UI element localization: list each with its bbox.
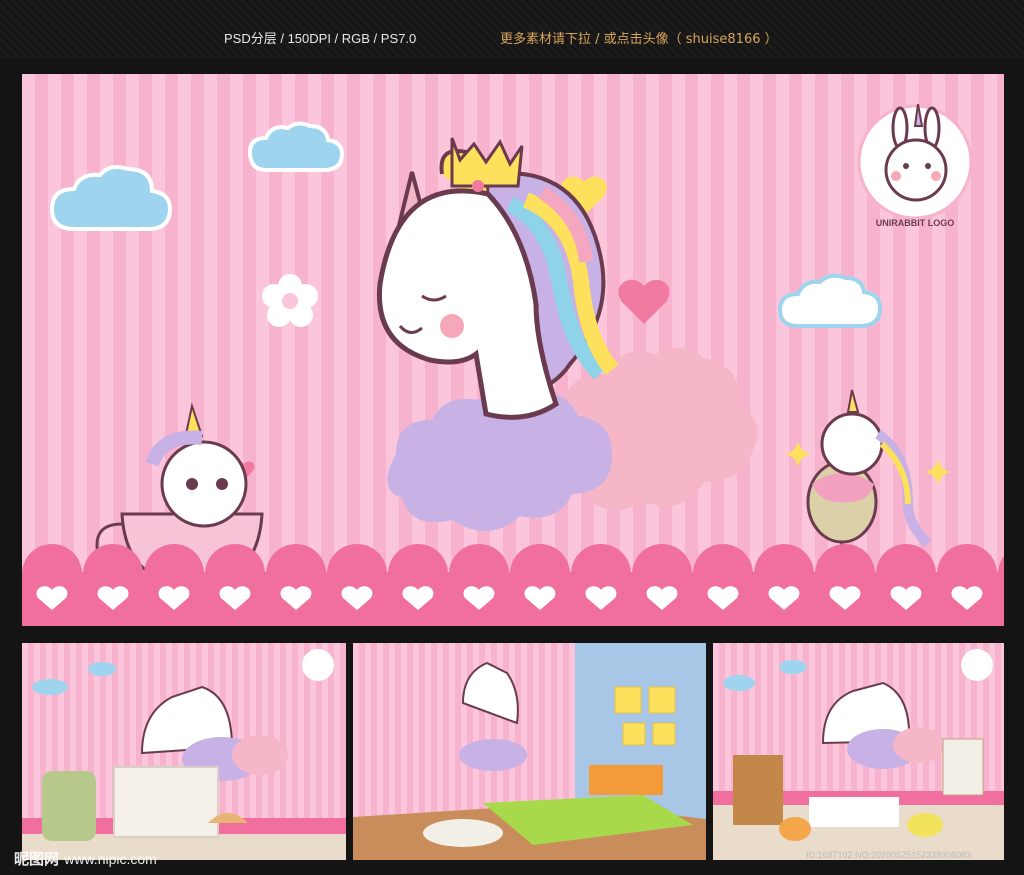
cloud-icon: [232, 735, 288, 775]
preview-thumbnail-3[interactable]: [713, 643, 1004, 860]
wall-frame: [652, 722, 676, 746]
stool: [779, 817, 811, 841]
main-preview-image: UNIRABBIT LOGO: [22, 74, 1004, 626]
cloud-icon: [893, 727, 945, 763]
more-materials-link[interactable]: 更多素材请下拉 / 或点击头像（ shuise8166 ）: [500, 28, 778, 47]
preview-thumbnail-2[interactable]: [353, 643, 706, 860]
site-watermark: 昵图网 www.nipic.com: [14, 848, 157, 869]
cloud-icon: [723, 675, 755, 691]
cloud-icon: [779, 660, 807, 674]
crib: [113, 766, 219, 838]
cloud-icon: [32, 679, 68, 695]
rabbit-logo-icon: [302, 649, 334, 681]
bookshelf: [733, 755, 783, 825]
file-spec-text: PSD分层 / 150DPI / RGB / PS7.0: [224, 31, 417, 46]
top-info-bar: PSD分层 / 150DPI / RGB / PS7.0 更多素材请下拉 / 或…: [0, 0, 1024, 58]
logo-text: UNIRABBIT LOGO: [876, 218, 955, 228]
bed-headboard: [589, 765, 663, 795]
rabbit-logo-icon: [857, 103, 973, 220]
kids-table: [809, 797, 899, 827]
preview-thumbnail-1[interactable]: [22, 643, 346, 860]
armchair: [42, 771, 96, 841]
rabbit-logo-icon: [961, 649, 993, 681]
site-url: www.nipic.com: [64, 851, 157, 867]
cloud-icon: [88, 662, 116, 676]
wall-frame: [614, 686, 642, 714]
site-name: 昵图网: [14, 850, 60, 868]
cloud-icon: [459, 739, 527, 771]
image-id-text: ID:1687102 NO:20200525152339306083: [806, 850, 972, 860]
easel: [942, 738, 984, 796]
stool: [907, 813, 943, 837]
wall-frame: [622, 722, 646, 746]
wall-frame: [648, 686, 676, 714]
rug: [423, 819, 503, 847]
